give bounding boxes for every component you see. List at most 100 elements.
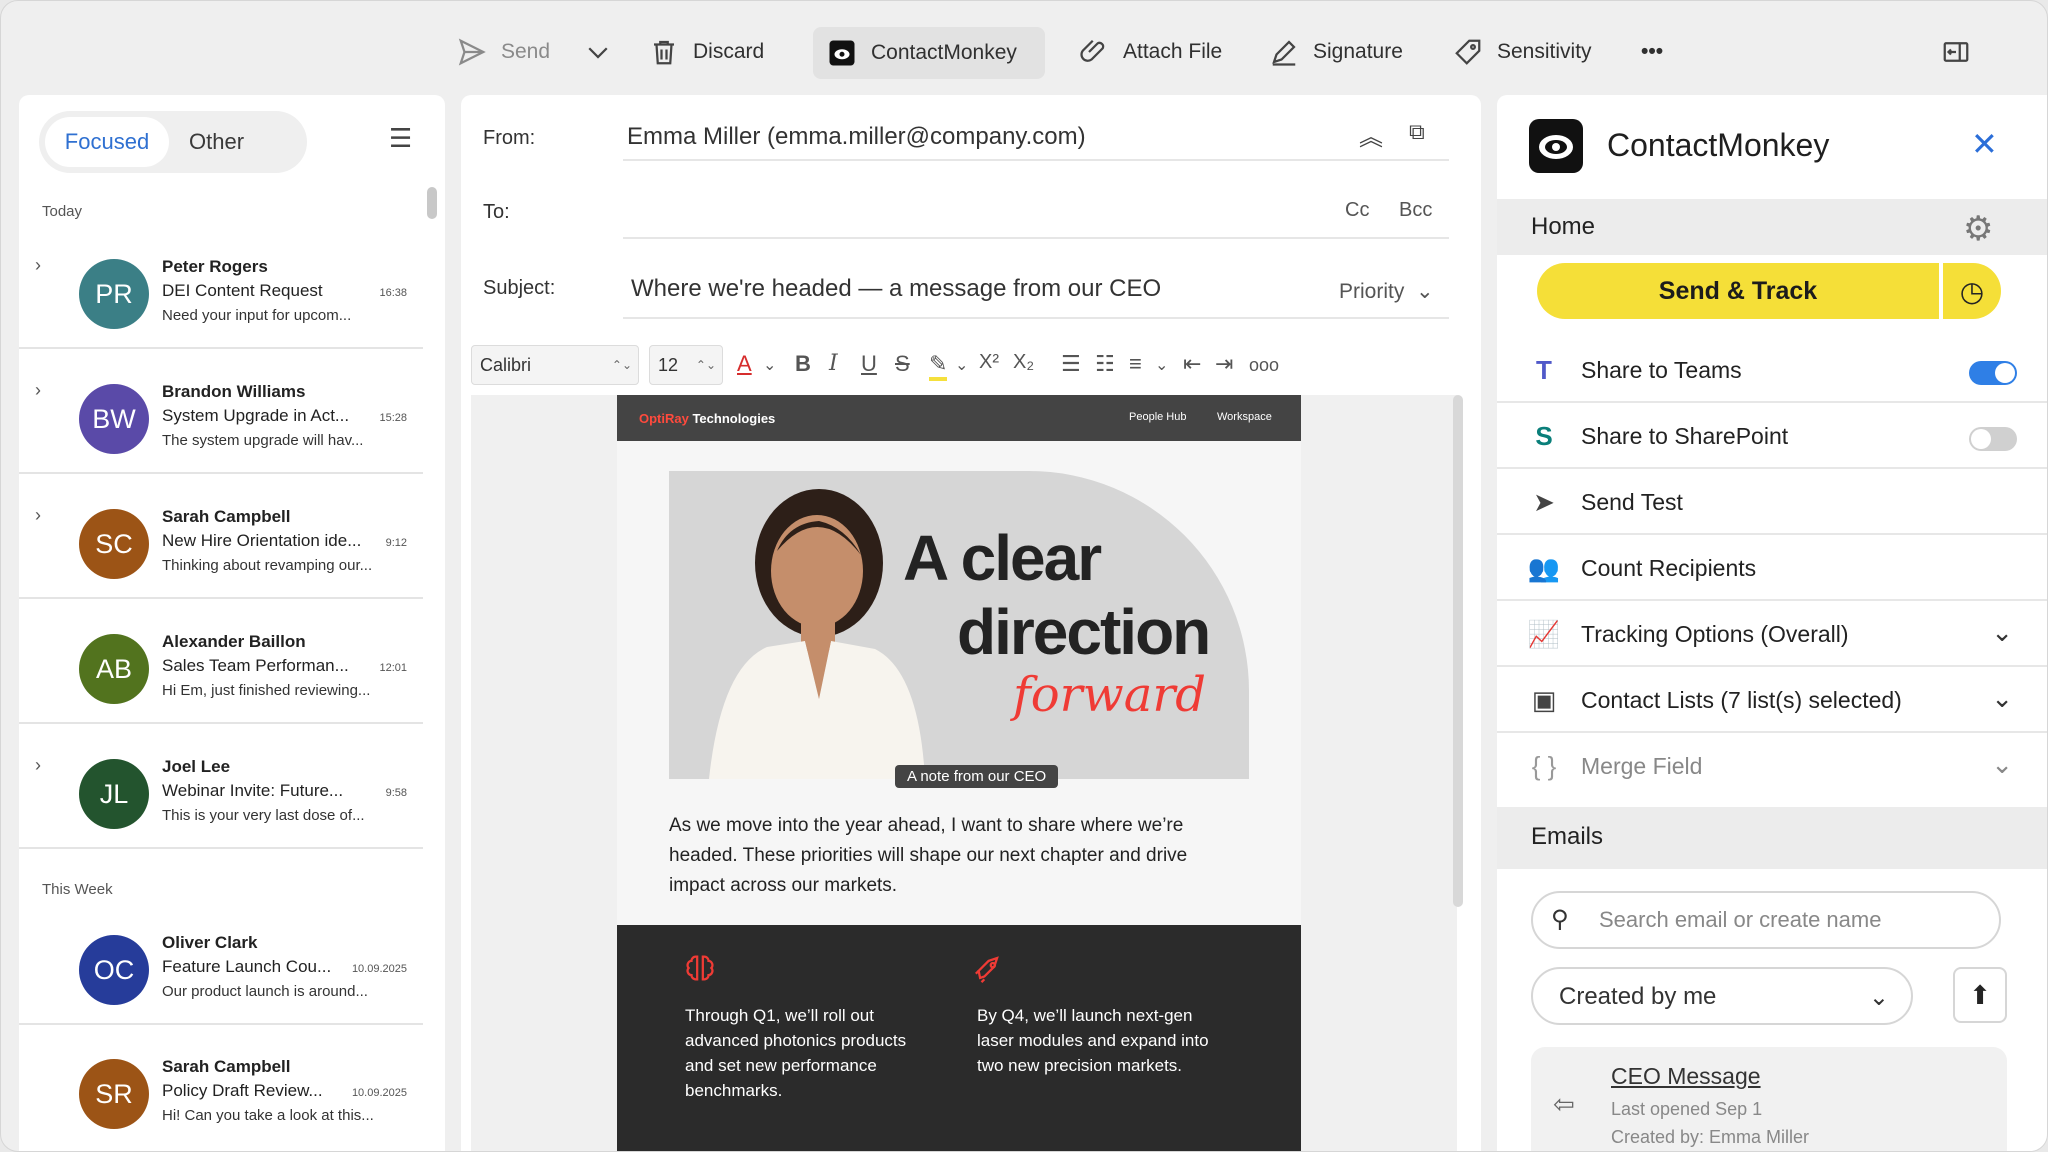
align-icon[interactable]: ≡ (1129, 351, 1142, 377)
email-template-card[interactable]: ⇦ CEO Message Last opened Sep 1 Created … (1531, 1047, 2007, 1151)
cc-button[interactable]: Cc (1345, 199, 1369, 222)
priority-dropdown[interactable]: Priority ⌄ (1339, 279, 1434, 304)
decrease-indent-icon[interactable]: ⇤ (1183, 351, 1201, 377)
template-title-link[interactable]: CEO Message (1611, 1063, 1761, 1090)
to-label: To: (483, 201, 510, 223)
chevron-right-icon[interactable]: › (35, 255, 41, 276)
merge-field-row[interactable]: { } Merge Field ⌄ (1497, 735, 2047, 799)
font-color-icon[interactable]: A (737, 351, 752, 377)
mail-time: 15:28 (379, 412, 407, 424)
signature-button[interactable]: Signature (1269, 27, 1403, 77)
mail-item[interactable]: › BW Brandon Williams System Upgrade in … (19, 350, 423, 474)
send-options-dropdown[interactable] (583, 27, 613, 77)
filter-icon[interactable]: ☰ (389, 123, 412, 154)
attach-file-button[interactable]: Attach File (1079, 27, 1222, 77)
italic-icon[interactable]: I (829, 351, 838, 376)
nav-link-workspace[interactable]: Workspace (1217, 411, 1272, 423)
mail-item[interactable]: › SC Sarah Campbell New Hire Orientation… (19, 475, 423, 599)
highlight-icon[interactable]: ✎ (929, 351, 948, 381)
priority-q1-text: Through Q1, we’ll roll out advanced phot… (685, 1006, 907, 1100)
upload-icon[interactable]: ⬆ (1953, 967, 2007, 1023)
discard-label: Discard (693, 40, 765, 63)
mail-item[interactable]: › PR Peter Rogers DEI Content Request 16… (19, 225, 423, 349)
mail-time: 9:58 (385, 787, 407, 799)
chevron-right-icon[interactable]: › (35, 380, 41, 401)
tracking-options-row[interactable]: 📈 Tracking Options (Overall) ⌄ (1497, 603, 2047, 667)
sender-name: Sarah Campbell (162, 507, 291, 526)
contactmonkey-panel: ContactMonkey ✕ Home ⚙ Send & Track ◷ T … (1497, 95, 2047, 1151)
font-size-select[interactable]: 12 ⌃⌄ (649, 345, 723, 385)
mail-item[interactable]: SR Sarah Campbell Policy Draft Review...… (19, 1025, 423, 1149)
discard-button[interactable]: Discard (649, 27, 764, 77)
send-test-row[interactable]: ➤ Send Test (1497, 471, 2047, 535)
mail-item[interactable]: AB Alexander Baillon Sales Team Performa… (19, 600, 423, 724)
sensitivity-button[interactable]: Sensitivity (1453, 27, 1592, 77)
increase-indent-icon[interactable]: ⇥ (1215, 351, 1233, 377)
toggle-pane-button[interactable] (1941, 27, 1971, 77)
scrollbar[interactable] (1453, 395, 1463, 907)
gear-icon[interactable]: ⚙ (1963, 209, 1993, 249)
sharepoint-toggle[interactable] (1969, 427, 2017, 451)
chevron-down-icon[interactable]: ⌄ (955, 355, 968, 375)
contactmonkey-button[interactable]: ContactMonkey (813, 27, 1045, 79)
home-label: Home (1531, 213, 1596, 240)
subscript-icon[interactable]: X₂ (1013, 351, 1034, 374)
bullet-list-icon[interactable]: ☰ (1061, 351, 1081, 377)
bcc-button[interactable]: Bcc (1399, 199, 1432, 222)
send-button[interactable]: Send (457, 27, 550, 77)
logo-brand: OptiRay (639, 411, 689, 426)
collapse-header-icon[interactable]: ︽ (1359, 117, 1383, 152)
schedule-clock-icon[interactable]: ◷ (1943, 263, 2001, 319)
to-field[interactable] (623, 191, 1223, 233)
message-body[interactable]: OptiRay Technologies People Hub Workspac… (471, 395, 1457, 1151)
mail-item[interactable]: › JL Joel Lee Webinar Invite: Future... … (19, 725, 423, 849)
hero-title-line2: direction (957, 596, 1211, 668)
teams-toggle[interactable] (1969, 361, 2017, 385)
share-to-sharepoint-row[interactable]: S Share to SharePoint (1497, 405, 2047, 469)
format-toolbar: Calibri ⌃⌄ 12 ⌃⌄ A ⌄ B I U S ✎ ⌄ X² X₂ ☰ ☷… (471, 345, 1461, 395)
mail-subject: DEI Content Request (162, 281, 323, 300)
tab-focused[interactable]: Focused (45, 117, 169, 167)
close-icon[interactable]: ✕ (1971, 125, 1998, 163)
superscript-icon[interactable]: X² (979, 351, 999, 374)
pop-out-icon[interactable]: ⧉ (1409, 119, 1425, 145)
nav-link-people-hub[interactable]: People Hub (1129, 411, 1187, 423)
scrollbar[interactable] (427, 187, 437, 219)
tab-other[interactable]: Other (189, 117, 289, 167)
contact-lists-row[interactable]: ▣ Contact Lists (7 list(s) selected) ⌄ (1497, 669, 2047, 733)
chevron-down-icon: ⌄ (1991, 749, 2013, 779)
send-and-track-button[interactable]: Send & Track (1537, 263, 1939, 319)
last-opened-text: Last opened Sep 1 (1611, 1099, 1763, 1119)
chevron-down-icon[interactable]: ⌄ (1155, 355, 1168, 375)
numbered-list-icon[interactable]: ☷ (1095, 351, 1115, 377)
email-newsletter: OptiRay Technologies People Hub Workspac… (617, 395, 1301, 1151)
sender-name: Joel Lee (162, 757, 231, 776)
chevron-right-icon[interactable]: › (35, 505, 41, 526)
contactmonkey-label: ContactMonkey (871, 41, 1017, 64)
strikethrough-icon[interactable]: S (895, 351, 910, 377)
bold-icon[interactable]: B (795, 351, 811, 377)
from-field[interactable]: Emma Miller (emma.miller@company.com) (627, 123, 1086, 151)
chevron-right-icon[interactable]: › (35, 755, 41, 776)
share-to-teams-row[interactable]: T Share to Teams (1497, 339, 2047, 403)
sender-name: Alexander Baillon (162, 632, 306, 651)
mail-item[interactable]: OC Oliver Clark Feature Launch Cou... 10… (19, 901, 423, 1025)
group-header-this-week: This Week (42, 881, 113, 898)
underline-icon[interactable]: U (861, 351, 877, 377)
mail-preview: Hi Em, just finished reviewing... (162, 682, 371, 699)
count-recipients-row[interactable]: 👥 Count Recipients (1497, 537, 2047, 601)
more-format-icon[interactable]: ooo (1249, 355, 1279, 376)
hero-title-line1: A clear (903, 522, 1102, 594)
mail-time: 9:12 (385, 537, 407, 549)
email-search-box[interactable]: ⚲ (1531, 891, 2001, 949)
chevron-down-icon[interactable]: ⌄ (763, 355, 776, 375)
mail-subject: Feature Launch Cou... (162, 957, 332, 976)
subject-field[interactable]: Where we're headed — a message from our … (631, 275, 1161, 303)
import-icon: ⇦ (1553, 1089, 1575, 1119)
search-input[interactable] (1599, 901, 1989, 939)
home-bar: Home ⚙ (1497, 199, 2047, 255)
created-by-dropdown[interactable]: Created by me ⌄ (1531, 967, 1913, 1025)
more-options-button[interactable]: ••• (1641, 27, 1663, 77)
font-family-select[interactable]: Calibri ⌃⌄ (471, 345, 639, 385)
sharepoint-icon: S (1535, 420, 1553, 451)
